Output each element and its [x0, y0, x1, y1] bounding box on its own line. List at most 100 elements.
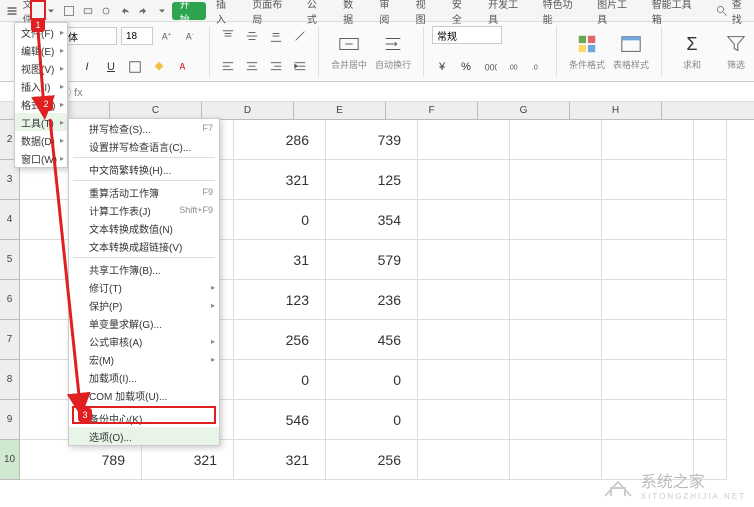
cell[interactable] [418, 160, 510, 200]
cell[interactable] [602, 160, 694, 200]
number-format-select[interactable] [432, 26, 502, 44]
col-header-H[interactable]: H [570, 102, 662, 119]
cell[interactable] [510, 200, 602, 240]
cell[interactable]: 321 [234, 160, 326, 200]
cell[interactable] [510, 120, 602, 160]
tab-dev[interactable]: 开发工具 [480, 2, 533, 20]
cell[interactable]: 546 [234, 400, 326, 440]
save-icon[interactable] [61, 2, 77, 20]
row-header-9[interactable]: 9 [0, 400, 20, 440]
font-size-select[interactable] [121, 27, 153, 45]
col-header-F[interactable]: F [386, 102, 478, 119]
cell[interactable] [602, 320, 694, 360]
cell-style-button[interactable]: 表格样式 [609, 32, 653, 71]
cell[interactable]: 579 [326, 240, 418, 280]
cell[interactable] [694, 120, 727, 160]
search-label[interactable]: 查找 [732, 0, 750, 26]
font-color-icon[interactable]: A [173, 57, 193, 77]
italic-icon[interactable]: I [77, 57, 97, 77]
row-header-7[interactable]: 7 [0, 320, 20, 360]
menu-icon[interactable] [4, 2, 20, 20]
orient-icon[interactable] [290, 26, 310, 46]
cell[interactable] [602, 400, 694, 440]
cell[interactable] [602, 240, 694, 280]
redo-icon[interactable] [135, 2, 151, 20]
cell[interactable] [418, 280, 510, 320]
tab-image[interactable]: 图片工具 [589, 2, 642, 20]
align-right-icon[interactable] [266, 57, 286, 77]
row-header-8[interactable]: 8 [0, 360, 20, 400]
cell[interactable]: 123 [234, 280, 326, 320]
undo-icon[interactable] [116, 2, 132, 20]
cell[interactable] [418, 360, 510, 400]
cell[interactable] [602, 120, 694, 160]
cell[interactable] [510, 280, 602, 320]
tab-layout[interactable]: 页面布局 [244, 2, 297, 20]
preview-icon[interactable] [98, 2, 114, 20]
dropdown-icon[interactable] [43, 2, 59, 20]
cell[interactable] [694, 200, 727, 240]
file-label[interactable]: 文件 [22, 2, 40, 20]
tab-view[interactable]: 视图 [408, 2, 442, 20]
currency-icon[interactable]: ¥ [432, 57, 452, 77]
cell[interactable] [418, 240, 510, 280]
cell[interactable]: 256 [234, 320, 326, 360]
cell[interactable]: 256 [326, 440, 418, 480]
cell[interactable] [418, 200, 510, 240]
tab-insert[interactable]: 插入 [208, 2, 242, 20]
cell[interactable]: 321 [234, 440, 326, 480]
cell[interactable] [602, 200, 694, 240]
tab-start[interactable]: 开始 [172, 2, 206, 20]
align-mid-icon[interactable] [242, 26, 262, 46]
cell[interactable] [510, 240, 602, 280]
cell[interactable] [418, 440, 510, 480]
row-header-4[interactable]: 4 [0, 200, 20, 240]
cell[interactable]: 236 [326, 280, 418, 320]
tab-data[interactable]: 数据 [335, 2, 369, 20]
merge-button[interactable]: 合并居中 [327, 32, 371, 71]
comma-icon[interactable]: 000 [480, 57, 500, 77]
cell[interactable] [694, 360, 727, 400]
cell[interactable]: 0 [234, 360, 326, 400]
align-center-icon[interactable] [242, 57, 262, 77]
cell[interactable] [694, 400, 727, 440]
cond-format-button[interactable]: 条件格式 [565, 32, 609, 71]
col-header-C[interactable]: C [110, 102, 202, 119]
cell[interactable] [418, 320, 510, 360]
row-header-5[interactable]: 5 [0, 240, 20, 280]
cell[interactable] [418, 400, 510, 440]
cell[interactable]: 286 [234, 120, 326, 160]
increase-font-icon[interactable]: A+ [157, 26, 177, 46]
sum-button[interactable]: Σ求和 [670, 32, 714, 71]
cell[interactable] [418, 120, 510, 160]
cell[interactable]: 739 [326, 120, 418, 160]
chevron-down-icon[interactable] [153, 2, 169, 20]
dec-dec-icon[interactable]: .0 [528, 57, 548, 77]
cell[interactable]: 31 [234, 240, 326, 280]
print-icon[interactable] [80, 2, 96, 20]
cell[interactable]: 0 [234, 200, 326, 240]
percent-icon[interactable]: % [456, 57, 476, 77]
cell[interactable] [694, 160, 727, 200]
fill-color-icon[interactable] [149, 57, 169, 77]
align-bot-icon[interactable] [266, 26, 286, 46]
tab-review[interactable]: 审阅 [371, 2, 405, 20]
cell[interactable]: 789 [20, 440, 142, 480]
align-left-icon[interactable] [218, 57, 238, 77]
tools-menu-item[interactable]: 选项(O)... [69, 427, 219, 445]
cell[interactable]: 321 [142, 440, 234, 480]
cell[interactable] [602, 360, 694, 400]
cell[interactable]: 0 [326, 360, 418, 400]
align-top-icon[interactable] [218, 26, 238, 46]
cell[interactable] [510, 160, 602, 200]
cell[interactable]: 0 [326, 400, 418, 440]
cell[interactable] [510, 360, 602, 400]
underline-icon[interactable]: U [101, 57, 121, 77]
tab-security[interactable]: 安全 [444, 2, 478, 20]
cell[interactable]: 456 [326, 320, 418, 360]
tab-formula[interactable]: 公式 [299, 2, 333, 20]
indent-icon[interactable] [290, 57, 310, 77]
row-header-10[interactable]: 10 [0, 440, 20, 480]
tab-smart[interactable]: 智能工具箱 [644, 2, 706, 20]
cell[interactable]: 354 [326, 200, 418, 240]
